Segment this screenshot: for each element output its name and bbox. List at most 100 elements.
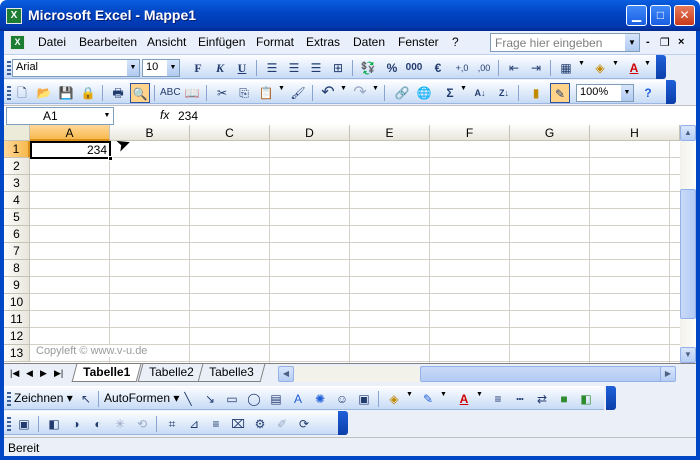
borders-icon[interactable]: ▦ xyxy=(556,58,576,78)
cell-gridlines[interactable] xyxy=(30,141,680,363)
percent-button[interactable]: % xyxy=(382,58,402,78)
arrow-style-icon[interactable]: ⇄ xyxy=(532,389,552,409)
toolbar-options-handle[interactable] xyxy=(666,80,676,104)
vertical-scroll-thumb[interactable] xyxy=(680,189,696,319)
title-bar[interactable]: X Microsoft Excel - Mappe1 ▁ □ ✕ xyxy=(0,0,700,31)
euro-button[interactable]: € xyxy=(428,58,448,78)
row-header-2[interactable]: 2 xyxy=(4,158,30,175)
minimize-button[interactable]: ▁ xyxy=(626,5,647,26)
toolbar-options-handle[interactable] xyxy=(606,386,616,410)
toolbar-options-handle[interactable] xyxy=(656,55,666,79)
chevron-down-icon[interactable]: ▼ xyxy=(101,108,113,124)
menu-fenster[interactable]: Fenster xyxy=(398,35,439,49)
contrast-icon[interactable]: ◑ xyxy=(66,414,86,434)
font-name-select[interactable]: Arial ▼ xyxy=(12,59,140,77)
worksheet-grid[interactable]: A B C D E F G H 1 2 3 4 5 6 7 8 9 10 11 … xyxy=(4,125,680,363)
wordart-icon[interactable]: A xyxy=(288,389,308,409)
align-right-icon[interactable]: ☰ xyxy=(306,58,326,78)
insert-picture-icon[interactable]: ▣ xyxy=(14,414,34,434)
line-style-icon[interactable]: ≡ xyxy=(206,414,226,434)
row-header-4[interactable]: 4 xyxy=(4,192,30,209)
drawing-icon[interactable]: ✎ xyxy=(550,83,570,103)
decrease-decimal-icon[interactable]: ,00 xyxy=(474,58,494,78)
currency-icon[interactable]: 💱 xyxy=(358,58,378,78)
row-header-10[interactable]: 10 xyxy=(4,294,30,311)
underline-button[interactable]: U xyxy=(232,58,252,78)
align-center-icon[interactable]: ☰ xyxy=(284,58,304,78)
column-header-f[interactable]: F xyxy=(430,125,510,141)
chevron-down-icon[interactable]: ▼ xyxy=(578,60,585,67)
menu-format[interactable]: Format xyxy=(256,35,294,49)
column-header-d[interactable]: D xyxy=(270,125,350,141)
help-search-input[interactable]: Frage hier eingeben ▼ xyxy=(490,33,640,52)
thousands-button[interactable]: 000 xyxy=(404,58,424,78)
italic-button[interactable]: K xyxy=(210,58,230,78)
toolbar-options-handle[interactable] xyxy=(338,411,348,435)
column-header-g[interactable]: G xyxy=(510,125,590,141)
undo-icon[interactable]: ↶ xyxy=(318,83,338,103)
prev-sheet-button[interactable]: ◀ xyxy=(26,368,33,379)
decrease-indent-icon[interactable]: ⇤ xyxy=(504,58,524,78)
scroll-right-button[interactable]: ▶ xyxy=(660,366,676,382)
oval-icon[interactable]: ◯ xyxy=(244,389,264,409)
print-preview-icon[interactable]: 🔍 xyxy=(130,83,150,103)
column-header-h[interactable]: H xyxy=(590,125,680,141)
menu-daten[interactable]: Daten xyxy=(353,35,385,49)
select-all-corner[interactable] xyxy=(4,125,30,141)
font-size-select[interactable]: 10 ▼ xyxy=(142,59,180,77)
scroll-up-button[interactable]: ▲ xyxy=(680,125,696,141)
chevron-down-icon[interactable]: ▼ xyxy=(644,60,651,67)
column-header-a[interactable]: A xyxy=(30,125,110,141)
print-icon[interactable]: 🖶 xyxy=(108,83,128,103)
brightness-icon[interactable]: ◐ xyxy=(88,414,108,434)
textbox-icon[interactable]: ▤ xyxy=(266,389,286,409)
line-color-icon[interactable]: ✎ xyxy=(418,389,438,409)
sheet-tab-tabelle2[interactable]: Tabelle2 xyxy=(137,364,206,382)
toolbar-grip[interactable] xyxy=(7,86,11,100)
hyperlink-icon[interactable]: 🔗 xyxy=(392,83,412,103)
scroll-left-button[interactable]: ◀ xyxy=(278,366,294,382)
toolbar-grip[interactable] xyxy=(7,61,11,75)
toolbar-grip[interactable] xyxy=(7,417,11,431)
chevron-down-icon[interactable]: ▼ xyxy=(476,391,483,398)
arrow-icon[interactable]: ↘ xyxy=(200,389,220,409)
row-header-11[interactable]: 11 xyxy=(4,311,30,328)
sort-ascending-button[interactable]: A↓ xyxy=(470,83,490,103)
picture-icon[interactable]: ▣ xyxy=(354,389,374,409)
horizontal-scrollbar[interactable]: ◀ ▶ xyxy=(278,366,676,382)
dash-style-icon[interactable]: ┅ xyxy=(510,389,530,409)
reset-picture-icon[interactable]: ⟳ xyxy=(294,414,314,434)
draw-menu-button[interactable]: Zeichnen ▾ xyxy=(14,391,73,405)
row-header-8[interactable]: 8 xyxy=(4,260,30,277)
chevron-down-icon[interactable]: ▼ xyxy=(167,60,179,76)
permission-icon[interactable]: 🔒 xyxy=(78,83,98,103)
chevron-down-icon[interactable]: ▼ xyxy=(440,391,447,398)
row-header-7[interactable]: 7 xyxy=(4,243,30,260)
maximize-button[interactable]: □ xyxy=(650,5,671,26)
web-icon[interactable]: 🌐 xyxy=(414,83,434,103)
row-header-13[interactable]: 13 xyxy=(4,345,30,362)
merge-center-icon[interactable]: ⊞ xyxy=(328,58,348,78)
name-box[interactable]: A1 ▼ xyxy=(6,107,114,125)
copy-icon[interactable]: ⎘ xyxy=(234,83,254,103)
doc-restore-button[interactable]: ❐ xyxy=(660,36,670,49)
fill-handle[interactable] xyxy=(108,156,113,161)
format-picture-icon[interactable]: ⚙ xyxy=(250,414,270,434)
menu-help[interactable]: ? xyxy=(452,35,459,49)
save-icon[interactable]: 💾 xyxy=(56,83,76,103)
row-header-9[interactable]: 9 xyxy=(4,277,30,294)
font-color-icon[interactable]: A xyxy=(454,389,474,409)
sheet-tab-tabelle1[interactable]: Tabelle1 xyxy=(71,364,142,382)
rotate-icon[interactable]: ⟲ xyxy=(132,414,152,434)
chevron-down-icon[interactable]: ▼ xyxy=(621,85,633,101)
line-style-icon[interactable]: ≡ xyxy=(488,389,508,409)
3d-icon[interactable]: ◧ xyxy=(576,389,596,409)
fill-color-icon[interactable]: ◈ xyxy=(590,58,610,78)
first-sheet-button[interactable]: |◀ xyxy=(10,368,19,379)
align-left-icon[interactable]: ☰ xyxy=(262,58,282,78)
menu-bearbeiten[interactable]: Bearbeiten xyxy=(79,35,137,49)
chevron-down-icon[interactable]: ▼ xyxy=(625,34,639,51)
format-painter-icon[interactable]: 🖌 xyxy=(288,83,308,103)
fill-color-icon[interactable]: ◈ xyxy=(384,389,404,409)
clipart-icon[interactable]: ☺ xyxy=(332,389,352,409)
